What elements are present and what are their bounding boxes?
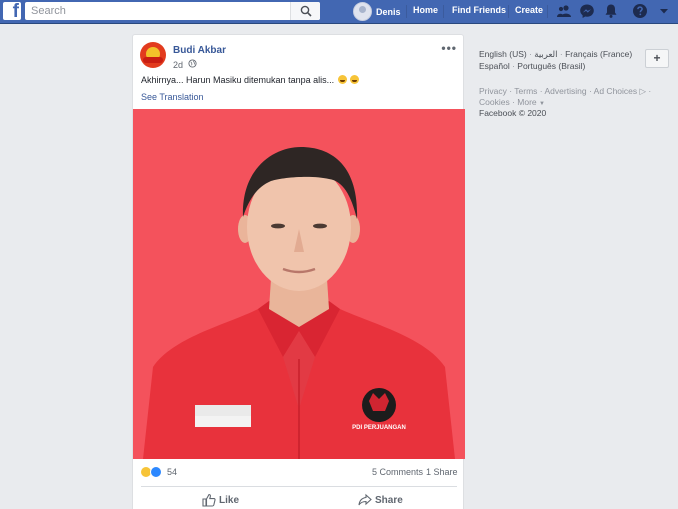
post-author[interactable]: Budi Akbar bbox=[173, 45, 226, 56]
top-navigation-bar: f Denis Home Find Friends Create bbox=[0, 0, 678, 24]
footer-links: Privacy · Terms · Advertising · Ad Choic… bbox=[479, 86, 652, 96]
footer-ad-choices[interactable]: Ad Choices bbox=[594, 86, 637, 96]
thumbs-up-icon bbox=[202, 493, 216, 507]
language-arabic[interactable]: العربية bbox=[534, 49, 557, 59]
post-message-text: Akhirnya... Harun Masiku ditemukan tanpa… bbox=[141, 75, 335, 85]
nav-divider bbox=[406, 5, 407, 18]
language-spanish[interactable]: Español bbox=[479, 61, 510, 71]
language-portuguese[interactable]: Português (Brasil) bbox=[517, 61, 585, 71]
copyright: Facebook © 2020 bbox=[479, 108, 547, 118]
nav-divider bbox=[508, 5, 509, 18]
shares-count[interactable]: 1 Share bbox=[426, 467, 458, 477]
nav-find-friends[interactable]: Find Friends bbox=[452, 5, 506, 15]
globe-icon bbox=[188, 59, 197, 68]
nav-divider bbox=[443, 5, 444, 18]
grin-emoji-icon bbox=[337, 75, 347, 84]
see-translation-link[interactable]: See Translation bbox=[141, 92, 204, 102]
like-button-label: Like bbox=[219, 495, 240, 506]
feed-post: Budi Akbar 2d ••• Akhirnya... Harun Masi… bbox=[132, 34, 465, 509]
language-selector: English (US) · العربية · Français (Franc… bbox=[473, 40, 673, 78]
profile-name: Denis bbox=[376, 7, 401, 17]
avatar bbox=[353, 2, 372, 21]
footer-terms[interactable]: Terms bbox=[514, 86, 537, 96]
search-button[interactable] bbox=[290, 2, 320, 20]
portrait-image: PDI PERJUANGAN bbox=[133, 109, 465, 459]
language-french[interactable]: Français (France) bbox=[565, 49, 632, 59]
party-badge-text: PDI PERJUANGAN bbox=[352, 425, 406, 431]
account-menu-icon[interactable] bbox=[658, 5, 670, 17]
chevron-down-icon: ▼ bbox=[539, 101, 545, 107]
grin-emoji-icon bbox=[350, 75, 360, 84]
post-photo[interactable]: PDI PERJUANGAN bbox=[133, 109, 465, 459]
nav-home[interactable]: Home bbox=[413, 5, 438, 15]
divider bbox=[141, 486, 457, 487]
footer-advertising[interactable]: Advertising bbox=[545, 86, 587, 96]
nav-divider bbox=[547, 5, 548, 18]
messenger-icon[interactable] bbox=[579, 3, 595, 19]
ad-choices-icon: ▷ bbox=[639, 86, 647, 96]
language-list: English (US) · العربية · Français (Franc… bbox=[479, 49, 633, 59]
share-button-label: Share bbox=[375, 495, 403, 506]
notifications-icon[interactable] bbox=[603, 3, 619, 19]
post-message: Akhirnya... Harun Masiku ditemukan tanpa… bbox=[141, 75, 360, 85]
friends-icon[interactable] bbox=[556, 3, 572, 19]
language-english[interactable]: English (US) bbox=[479, 49, 527, 59]
reaction-count: 54 bbox=[167, 467, 178, 477]
post-timestamp[interactable]: 2d bbox=[173, 60, 183, 70]
add-language-button[interactable]: + bbox=[645, 49, 669, 68]
footer-cookies[interactable]: Cookies bbox=[479, 97, 510, 107]
footer-more[interactable]: More bbox=[517, 97, 536, 107]
share-button[interactable]: Share bbox=[358, 492, 418, 509]
author-avatar[interactable] bbox=[140, 42, 166, 68]
facebook-logo[interactable]: f bbox=[3, 2, 21, 22]
help-icon[interactable] bbox=[632, 3, 648, 19]
search-input[interactable] bbox=[25, 2, 290, 20]
nav-create[interactable]: Create bbox=[515, 5, 543, 15]
like-reaction-icon bbox=[150, 466, 162, 478]
comments-count[interactable]: 5 Comments bbox=[372, 467, 423, 477]
language-list: Español · Português (Brasil) bbox=[479, 61, 586, 71]
footer-links: Cookies · More ▼ bbox=[479, 97, 545, 107]
share-icon bbox=[358, 493, 372, 506]
footer-privacy[interactable]: Privacy bbox=[479, 86, 507, 96]
more-options-icon[interactable]: ••• bbox=[441, 41, 457, 55]
search-box bbox=[25, 2, 320, 20]
like-button[interactable]: Like bbox=[202, 492, 262, 509]
search-icon bbox=[300, 5, 312, 17]
